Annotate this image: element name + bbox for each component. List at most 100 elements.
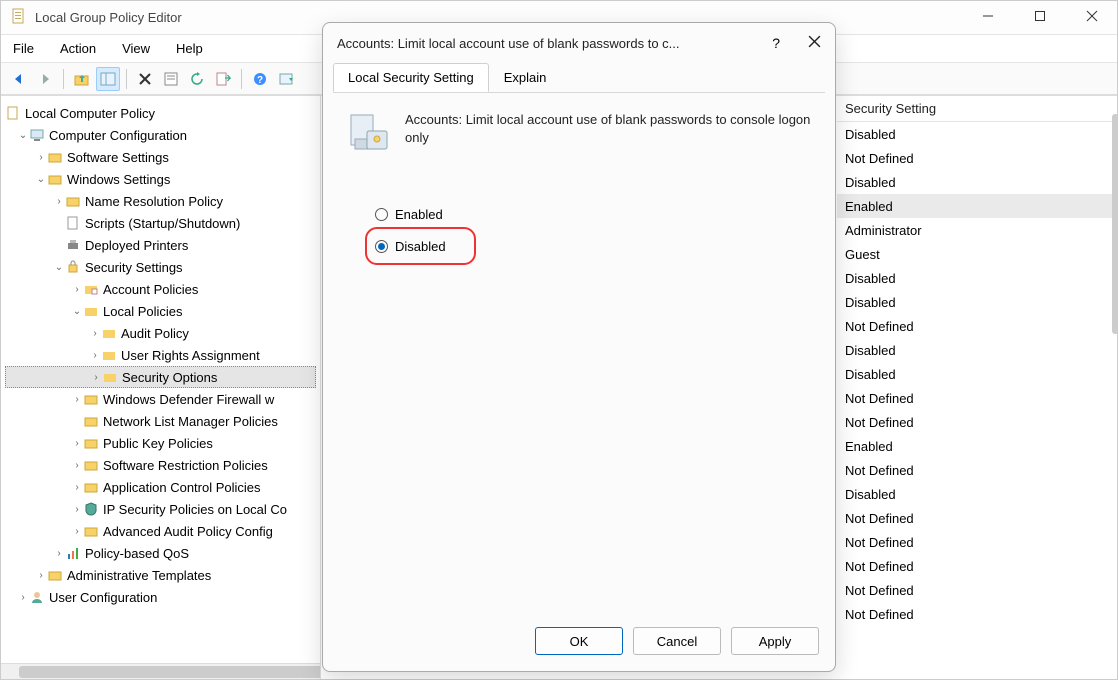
column-header-security-setting[interactable]: Security Setting	[837, 96, 1117, 122]
tree-deployed-printers[interactable]: Deployed Printers	[5, 234, 316, 256]
back-button[interactable]	[7, 67, 31, 91]
tree-security-settings[interactable]: ⌄Security Settings	[5, 256, 316, 278]
tree-label: Name Resolution Policy	[85, 194, 223, 209]
tree-root[interactable]: Local Computer Policy	[5, 102, 316, 124]
expand-icon[interactable]: ›	[71, 394, 83, 405]
export-icon[interactable]	[211, 67, 235, 91]
show-tree-icon[interactable]	[96, 67, 120, 91]
menu-action[interactable]: Action	[56, 39, 100, 58]
tree-ip-security[interactable]: ›IP Security Policies on Local Co	[5, 498, 316, 520]
refresh-icon[interactable]	[185, 67, 209, 91]
expand-icon[interactable]: ›	[35, 570, 47, 581]
list-row[interactable]: Not Defined	[837, 410, 1117, 434]
list-row[interactable]: Enabled	[837, 434, 1117, 458]
ok-button[interactable]: OK	[535, 627, 623, 655]
collapse-icon[interactable]: ⌄	[17, 130, 29, 141]
tree-label: Scripts (Startup/Shutdown)	[85, 216, 240, 231]
document-icon	[5, 105, 21, 121]
list-row[interactable]: Disabled	[837, 170, 1117, 194]
list-row[interactable]: Administrator	[837, 218, 1117, 242]
apply-button[interactable]: Apply	[731, 627, 819, 655]
cancel-button[interactable]: Cancel	[633, 627, 721, 655]
list-row[interactable]: Not Defined	[837, 578, 1117, 602]
expand-icon[interactable]: ›	[17, 592, 29, 603]
expand-icon[interactable]: ›	[53, 548, 65, 559]
collapse-icon[interactable]: ⌄	[53, 262, 65, 273]
tree-user-rights[interactable]: › User Rights Assignment	[5, 344, 316, 366]
tree-network-list[interactable]: Network List Manager Policies	[5, 410, 316, 432]
expand-icon[interactable]: ›	[90, 372, 102, 383]
tree-local-policies[interactable]: ⌄Local Policies	[5, 300, 316, 322]
list-row[interactable]: Not Defined	[837, 314, 1117, 338]
filter-icon[interactable]	[274, 67, 298, 91]
expand-icon[interactable]: ›	[89, 328, 101, 339]
expand-icon[interactable]: ›	[71, 438, 83, 449]
tree-admin-templates[interactable]: ›Administrative Templates	[5, 564, 316, 586]
list-row[interactable]: Not Defined	[837, 554, 1117, 578]
tree-name-res[interactable]: › Name Resolution Policy	[5, 190, 316, 212]
list-row[interactable]: Not Defined	[837, 506, 1117, 530]
list-row[interactable]: Enabled	[837, 194, 1117, 218]
tree-software-settings[interactable]: ›Software Settings	[5, 146, 316, 168]
delete-icon[interactable]	[133, 67, 157, 91]
dialog-help-button[interactable]: ?	[772, 35, 780, 51]
tree-windows-settings[interactable]: ⌄Windows Settings	[5, 168, 316, 190]
help-icon[interactable]: ?	[248, 67, 272, 91]
menu-file[interactable]: File	[9, 39, 38, 58]
radio-disabled[interactable]: Disabled	[375, 233, 446, 259]
expand-icon[interactable]: ›	[71, 460, 83, 471]
vertical-scrollbar[interactable]	[1112, 114, 1118, 334]
tree-public-key[interactable]: ›Public Key Policies	[5, 432, 316, 454]
dialog-close-button[interactable]	[808, 35, 821, 51]
tab-local-security-setting[interactable]: Local Security Setting	[333, 63, 489, 92]
list-row[interactable]: Disabled	[837, 290, 1117, 314]
list-row[interactable]: Guest	[837, 242, 1117, 266]
tree-adv-audit[interactable]: ›Advanced Audit Policy Config	[5, 520, 316, 542]
tab-explain[interactable]: Explain	[489, 63, 562, 92]
list-row[interactable]: Not Defined	[837, 458, 1117, 482]
list-row[interactable]: Not Defined	[837, 530, 1117, 554]
properties-icon[interactable]	[159, 67, 183, 91]
tree-label: User Rights Assignment	[121, 348, 260, 363]
minimize-button[interactable]	[973, 10, 1003, 25]
expand-icon[interactable]: ›	[71, 482, 83, 493]
tree-label: Audit Policy	[121, 326, 189, 341]
list-row[interactable]: Disabled	[837, 338, 1117, 362]
tree-policy-qos[interactable]: ›Policy-based QoS	[5, 542, 316, 564]
collapse-icon[interactable]: ⌄	[71, 306, 83, 317]
tree-defender[interactable]: ›Windows Defender Firewall w	[5, 388, 316, 410]
tree-security-options[interactable]: ›Security Options	[5, 366, 316, 388]
expand-icon[interactable]: ›	[71, 284, 83, 295]
radio-enabled[interactable]: Enabled	[375, 201, 813, 227]
forward-button[interactable]	[33, 67, 57, 91]
tree-audit-policy[interactable]: › Audit Policy	[5, 322, 316, 344]
tree-account-policies[interactable]: ›Account Policies	[5, 278, 316, 300]
list-row[interactable]: Not Defined	[837, 602, 1117, 626]
tree-scripts[interactable]: Scripts (Startup/Shutdown)	[5, 212, 316, 234]
tree-app-control[interactable]: ›Application Control Policies	[5, 476, 316, 498]
up-folder-icon[interactable]	[70, 67, 94, 91]
expand-icon[interactable]: ›	[53, 196, 65, 207]
list-row[interactable]: Not Defined	[837, 146, 1117, 170]
maximize-button[interactable]	[1025, 10, 1055, 25]
tree-user-config[interactable]: ›User Configuration	[5, 586, 316, 608]
tree-software-restriction[interactable]: ›Software Restriction Policies	[5, 454, 316, 476]
tree-computer-config[interactable]: ⌄ Computer Configuration	[5, 124, 316, 146]
expand-icon[interactable]: ›	[71, 504, 83, 515]
list-row[interactable]: Not Defined	[837, 386, 1117, 410]
list-row[interactable]: Disabled	[837, 482, 1117, 506]
tree-hscrollbar[interactable]	[1, 663, 320, 679]
list-row[interactable]: Disabled	[837, 362, 1117, 386]
expand-icon[interactable]: ›	[89, 350, 101, 361]
tree-label: Computer Configuration	[49, 128, 187, 143]
list-row[interactable]: Disabled	[837, 266, 1117, 290]
menu-view[interactable]: View	[118, 39, 154, 58]
expand-icon[interactable]: ›	[35, 152, 47, 163]
folder-lock-icon	[101, 325, 117, 341]
expand-icon[interactable]: ›	[71, 526, 83, 537]
menu-help[interactable]: Help	[172, 39, 207, 58]
close-button[interactable]	[1077, 10, 1107, 25]
tree-label: Local Computer Policy	[25, 106, 155, 121]
list-row[interactable]: Disabled	[837, 122, 1117, 146]
collapse-icon[interactable]: ⌄	[35, 174, 47, 185]
